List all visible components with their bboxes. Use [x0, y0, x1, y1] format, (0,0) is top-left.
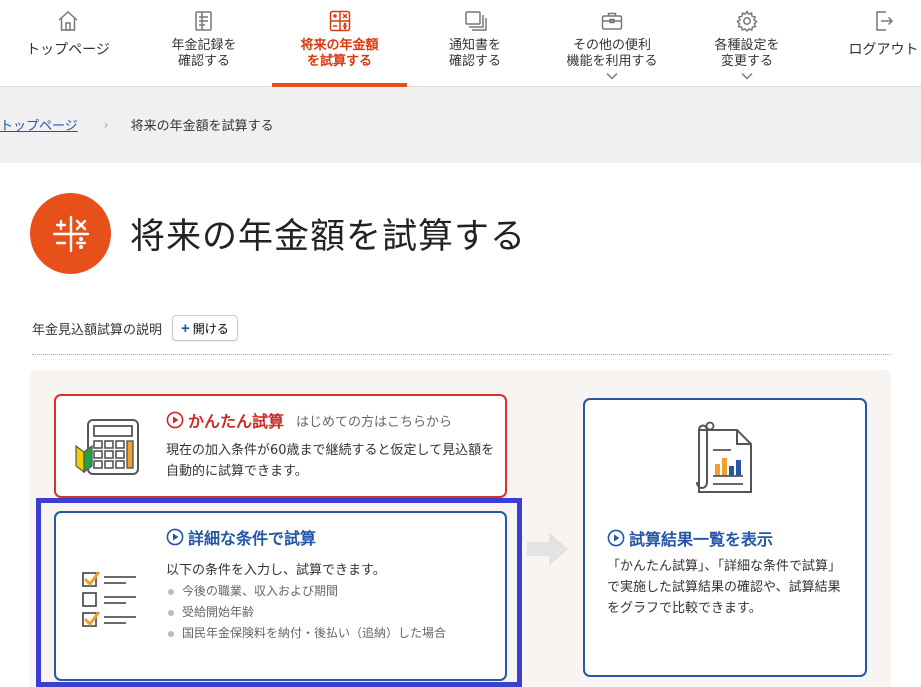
list-item: 国民年金保険料を納付・後払い（追納）した場合: [166, 623, 486, 644]
easy-estimate-card[interactable]: かんたん試算 はじめての方はこちらから 現在の加入条件が60歳まで継続すると仮定…: [54, 394, 507, 498]
results-title: 試算結果一覧を表示: [607, 526, 773, 550]
easy-estimate-title: かんたん試算 はじめての方はこちらから: [166, 408, 452, 432]
top-nav: トップページ 年金記録を 確認する 将来の年金額 を試算する 通知書を 確認する…: [0, 0, 921, 87]
breadcrumb: トップページ › 将来の年金額を試算する: [0, 115, 274, 135]
logout-icon: [875, 11, 893, 31]
nav-notices[interactable]: 通知書を 確認する: [414, 0, 536, 87]
chevron-down-icon: [741, 72, 753, 80]
nav-label: ログアウト: [848, 42, 919, 58]
results-title-text: 試算結果一覧を表示: [629, 530, 774, 549]
explain-section: 年金見込額試算の説明 + 開ける: [32, 315, 238, 341]
list-item: 今後の職業、収入および期間: [166, 581, 486, 602]
breadcrumb-separator: ›: [103, 117, 109, 132]
calculator-icon: [30, 193, 111, 274]
home-icon: [58, 10, 78, 31]
nav-label: 将来の年金額 を試算する: [300, 38, 379, 69]
detailed-conditions-list: 今後の職業、収入および期間 受給開始年齢 国民年金保険料を納付・後払い（追納）し…: [166, 581, 486, 644]
detailed-estimate-title: 詳細な条件で試算: [166, 525, 316, 549]
calculator-icon: [329, 10, 350, 32]
nav-label: トップページ: [26, 42, 110, 58]
estimate-results-card[interactable]: 試算結果一覧を表示 「かんたん試算」、「詳細な条件で試算」で実施した試算結果の確…: [583, 398, 867, 677]
dotted-divider: [32, 354, 890, 355]
nav-pension-estimate[interactable]: 将来の年金額 を試算する: [272, 0, 407, 87]
nav-settings[interactable]: 各種設定を 変更する: [686, 0, 808, 87]
nav-label: 年金記録を 確認する: [171, 38, 237, 69]
nav-logout[interactable]: ログアウト: [826, 0, 921, 87]
main-content: 将来の年金額を試算する 年金見込額試算の説明 + 開ける かんたん試算 はじめて…: [0, 163, 921, 687]
nav-label: 通知書を 確認する: [448, 38, 501, 69]
easy-subtitle: はじめての方はこちらから: [296, 414, 453, 430]
detailed-estimate-card[interactable]: 詳細な条件で試算 以下の条件を入力し、試算できます。 今後の職業、収入および期間…: [54, 511, 507, 681]
breadcrumb-current: 将来の年金額を試算する: [130, 119, 274, 134]
arrow-right-icon: [527, 532, 568, 566]
documents-icon: [465, 11, 487, 31]
report-chart-icon: [696, 421, 752, 493]
nav-other-features[interactable]: その他の便利 機能を利用する: [544, 0, 680, 87]
detail-title-text: 詳細な条件で試算: [188, 529, 317, 548]
play-circle-icon: [607, 529, 625, 547]
list-item: 受給開始年齢: [166, 602, 486, 623]
breadcrumb-home-link[interactable]: トップページ: [0, 115, 78, 134]
nav-top-page[interactable]: トップページ: [8, 0, 128, 87]
page-title: 将来の年金額を試算する: [130, 217, 527, 257]
gear-icon: [736, 10, 758, 33]
play-circle-icon: [166, 528, 184, 546]
open-explanation-button[interactable]: + 開ける: [172, 315, 238, 341]
calculator-beginner-icon: [75, 419, 139, 475]
easy-title-text: かんたん試算: [188, 412, 285, 431]
plus-icon: +: [181, 319, 190, 337]
detailed-description: 以下の条件を入力し、試算できます。: [166, 563, 386, 578]
nav-label: 各種設定を 変更する: [714, 38, 780, 69]
open-button-label: 開ける: [192, 321, 229, 336]
checklist-icon: [82, 571, 136, 627]
estimate-options-panel: かんたん試算 はじめての方はこちらから 現在の加入条件が60歳まで継続すると仮定…: [30, 370, 891, 687]
toolbox-icon: [601, 12, 623, 30]
chevron-down-icon: [606, 72, 618, 80]
results-description: 「かんたん試算」、「詳細な条件で試算」で実施した試算結果の確認や、試算結果をグラ…: [607, 559, 842, 616]
play-circle-icon: [166, 411, 184, 429]
easy-description: 現在の加入条件が60歳まで継続すると仮定して見込額を自動的に試算できます。: [166, 443, 495, 479]
explain-label: 年金見込額試算の説明: [32, 322, 163, 338]
record-icon: [195, 11, 212, 31]
nav-pension-record[interactable]: 年金記録を 確認する: [142, 0, 266, 87]
nav-label: その他の便利 機能を利用する: [566, 38, 658, 69]
